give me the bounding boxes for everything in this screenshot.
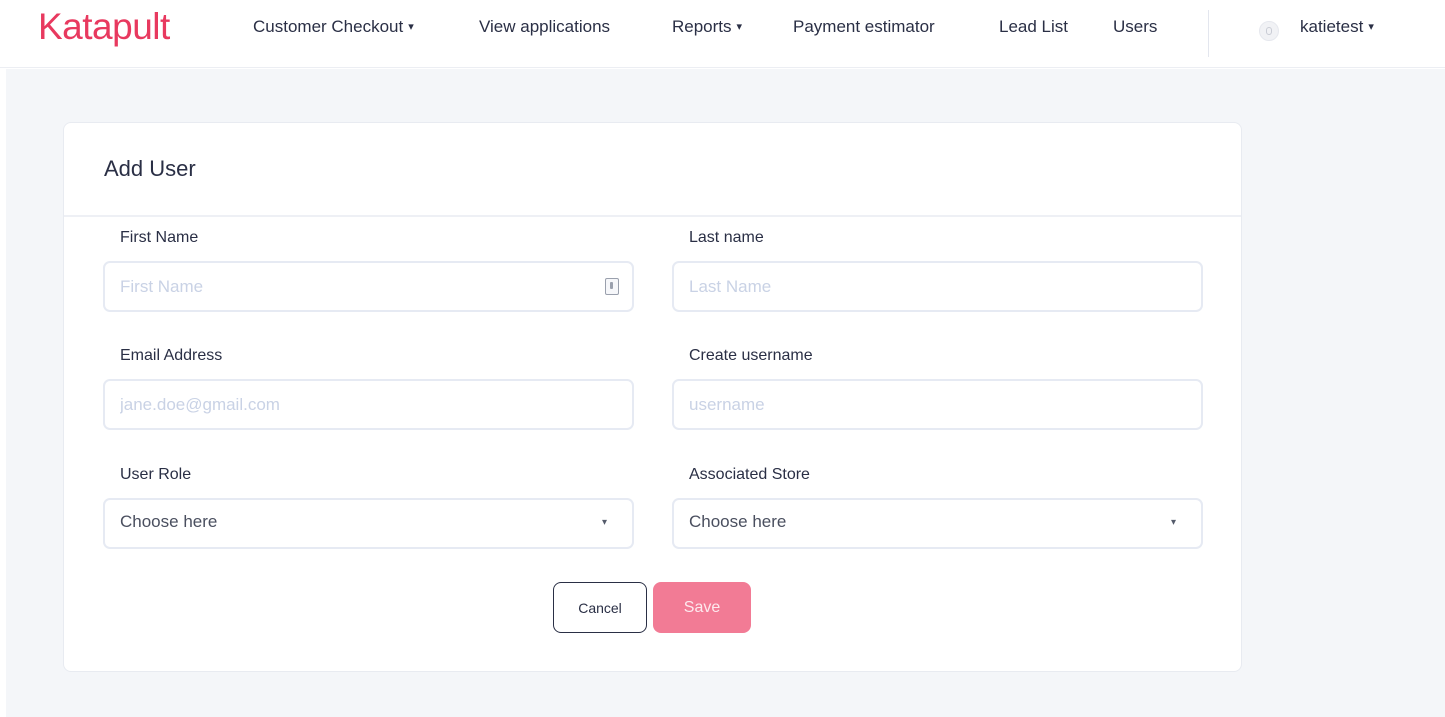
avatar[interactable]: [1259, 21, 1279, 41]
first-name-field[interactable]: [120, 263, 590, 310]
page-title: Add User: [104, 156, 196, 181]
card-divider: [64, 215, 1241, 217]
nav-payment-estimator[interactable]: Payment estimator: [793, 17, 935, 37]
nav-reports-label: Reports: [672, 17, 732, 36]
password-manager-icon[interactable]: [605, 278, 619, 295]
chevron-down-icon: ▾: [601, 517, 607, 528]
associated-store-select[interactable]: Choose here ▾: [672, 498, 1203, 549]
email-field[interactable]: [120, 381, 590, 428]
username-field[interactable]: [689, 381, 1159, 428]
save-button[interactable]: Save: [653, 582, 751, 633]
last-name-field-wrapper: [672, 261, 1203, 312]
nav-divider: [1208, 10, 1209, 57]
nav-customer-checkout[interactable]: Customer Checkout ▾: [253, 17, 414, 37]
first-name-label: First Name: [120, 229, 199, 246]
email-field-wrapper: [103, 379, 634, 430]
email-label: Email Address: [120, 347, 223, 364]
first-name-field-wrapper: [103, 261, 634, 312]
user-role-value: Choose here: [120, 512, 218, 531]
last-name-label: Last name: [689, 229, 764, 246]
katapult-logo[interactable]: Katapult: [38, 6, 170, 48]
username-field-wrapper: [672, 379, 1203, 430]
associated-store-value: Choose here: [689, 512, 787, 531]
chevron-down-icon: ▾: [1170, 517, 1176, 528]
top-navigation: Katapult Customer Checkout ▾ View applica…: [0, 0, 1445, 68]
nav-customer-checkout-label: Customer Checkout: [253, 17, 404, 36]
chevron-down-icon: ▾: [408, 21, 414, 33]
nav-lead-list[interactable]: Lead List: [999, 17, 1068, 37]
user-role-label: User Role: [120, 466, 192, 483]
chevron-down-icon: ▾: [1368, 21, 1374, 33]
avatar-icon: [1266, 27, 1272, 35]
username-label: Create username: [689, 347, 813, 364]
user-role-select[interactable]: Choose here ▾: [103, 498, 634, 549]
chevron-down-icon: ▾: [736, 21, 743, 33]
last-name-field[interactable]: [689, 263, 1159, 310]
user-menu-label: katietest: [1300, 17, 1364, 36]
nav-view-applications[interactable]: View applications: [479, 17, 610, 37]
cancel-button[interactable]: Cancel: [553, 582, 647, 633]
nav-reports[interactable]: Reports ▾: [672, 17, 742, 37]
associated-store-label: Associated Store: [689, 466, 810, 483]
nav-users[interactable]: Users: [1113, 17, 1157, 37]
user-menu[interactable]: katietest ▾: [1300, 17, 1374, 37]
